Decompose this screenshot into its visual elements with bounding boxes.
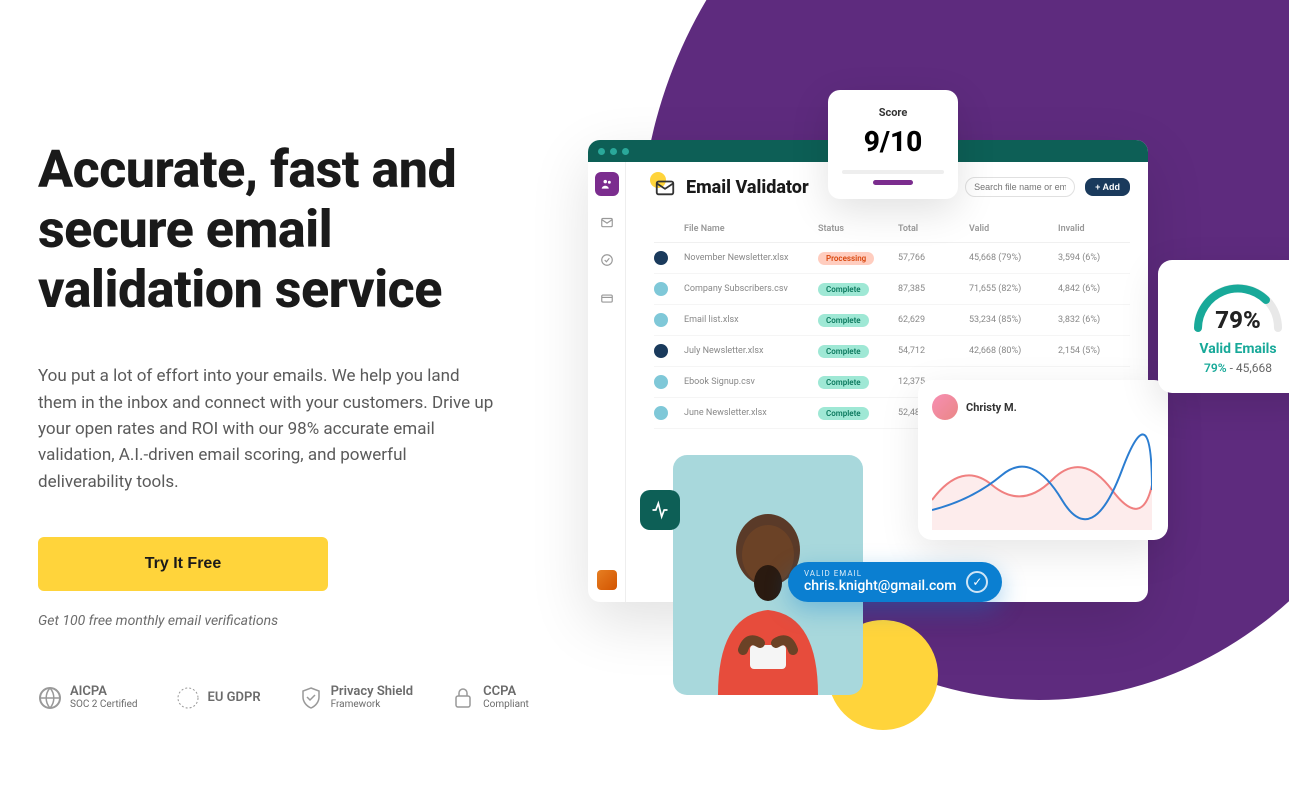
cell-filename: June Newsletter.xlsx <box>684 408 810 418</box>
status-dot-icon <box>654 375 668 389</box>
traffic-light-icon <box>598 148 605 155</box>
page-headline: Accurate, fast and secure email validati… <box>38 140 548 319</box>
shield-check-icon <box>299 686 323 710</box>
lock-icon <box>451 686 475 710</box>
badge-aicpa: AICPA SOC 2 Certified <box>38 685 138 710</box>
badge-privacy-sub: Framework <box>331 699 414 710</box>
cell-total: 57,766 <box>898 253 961 263</box>
badge-ccpa-sub: Compliant <box>483 699 529 710</box>
status-badge: Complete <box>818 283 869 296</box>
col-total: Total <box>898 224 961 234</box>
badge-gdpr-text: EU GDPR <box>208 690 261 705</box>
status-badge: Complete <box>818 407 869 420</box>
user-name: Christy M. <box>966 401 1017 414</box>
col-file: File Name <box>684 224 810 234</box>
col-status: Status <box>818 224 890 234</box>
badge-privacy-title: Privacy Shield <box>331 684 414 699</box>
status-badge: Complete <box>818 376 869 389</box>
table-row[interactable]: July Newsletter.xlsx Complete 54,712 42,668… <box>654 336 1130 367</box>
gauge-percent: 79% <box>1188 306 1288 334</box>
badge-privacy-shield: Privacy Shield Framework <box>299 685 414 710</box>
check-circle-icon: ✓ <box>966 571 988 593</box>
sidebar-item-inbox[interactable] <box>595 210 619 234</box>
score-label: Score <box>842 106 944 119</box>
panel-title: Email Validator <box>686 177 809 198</box>
valid-pill-label: VALID EMAIL <box>804 570 956 579</box>
badge-aicpa-sub: SOC 2 Certified <box>70 699 138 710</box>
add-button[interactable]: + Add <box>1085 178 1130 196</box>
sidebar-item-billing[interactable] <box>595 286 619 310</box>
cell-filename: Ebook Signup.csv <box>684 377 810 387</box>
score-value: 9/10 <box>842 125 944 158</box>
table-row[interactable]: Email list.xlsx Complete 62,629 53,234 (85%… <box>654 305 1130 336</box>
try-free-button[interactable]: Try It Free <box>38 537 328 591</box>
sidebar-item-check[interactable] <box>595 248 619 272</box>
cta-note: Get 100 free monthly email verifications <box>38 613 548 629</box>
eu-stars-icon <box>176 686 200 710</box>
valid-emails-card: 79% Valid Emails 79% - 45,668 <box>1158 260 1289 393</box>
cell-total: 87,385 <box>898 284 961 294</box>
cell-valid: 71,655 (82%) <box>969 284 1050 294</box>
gauge-icon: 79% <box>1188 278 1288 333</box>
progress-indicator <box>873 180 913 185</box>
page-subhead: You put a lot of effort into your emails… <box>38 363 498 495</box>
cell-invalid: 2,154 (5%) <box>1058 346 1130 356</box>
progress-bar <box>842 170 944 174</box>
valid-email-pill: VALID EMAIL chris.knight@gmail.com ✓ <box>788 562 1002 602</box>
traffic-light-icon <box>610 148 617 155</box>
col-invalid: Invalid <box>1058 224 1130 234</box>
avatar <box>932 394 958 420</box>
valid-emails-title: Valid Emails <box>1172 341 1289 357</box>
sidebar-avatar[interactable] <box>597 570 617 590</box>
cell-invalid: 4,842 (6%) <box>1058 284 1130 294</box>
cell-invalid: 3,594 (6%) <box>1058 253 1130 263</box>
status-dot-icon <box>654 251 668 265</box>
status-dot-icon <box>654 406 668 420</box>
wave-chart-icon <box>932 430 1152 530</box>
trust-badges: AICPA SOC 2 Certified EU GDPR Privacy Sh… <box>38 685 548 710</box>
valid-pill-email: chris.knight@gmail.com <box>804 579 956 594</box>
status-dot-icon <box>654 313 668 327</box>
status-badge: Complete <box>818 314 869 327</box>
pulse-icon <box>640 490 680 530</box>
score-card: Score 9/10 <box>828 90 958 199</box>
badge-gdpr: EU GDPR <box>176 686 261 710</box>
cell-valid: 53,234 (85%) <box>969 315 1050 325</box>
status-dot-icon <box>654 282 668 296</box>
cell-valid: 42,668 (80%) <box>969 346 1050 356</box>
cell-filename: November Newsletter.xlsx <box>684 253 810 263</box>
cell-invalid: 3,832 (6%) <box>1058 315 1130 325</box>
cell-total: 54,712 <box>898 346 961 356</box>
badge-ccpa-title: CCPA <box>483 684 516 699</box>
valid-emails-detail: 79% - 45,668 <box>1172 361 1289 375</box>
table-row[interactable]: November Newsletter.xlsx Processing 57,766… <box>654 243 1130 274</box>
globe-icon <box>38 686 62 710</box>
traffic-light-icon <box>622 148 629 155</box>
cell-filename: Email list.xlsx <box>684 315 810 325</box>
search-input[interactable] <box>965 177 1075 197</box>
cell-total: 62,629 <box>898 315 961 325</box>
col-valid: Valid <box>969 224 1050 234</box>
cell-filename: Company Subscribers.csv <box>684 284 810 294</box>
status-dot-icon <box>654 344 668 358</box>
app-sidebar <box>588 162 626 602</box>
status-badge: Complete <box>818 345 869 358</box>
sidebar-item-people[interactable] <box>595 172 619 196</box>
badge-ccpa: CCPA Compliant <box>451 685 529 710</box>
mail-icon <box>654 176 676 198</box>
activity-card: Christy M. <box>918 380 1168 540</box>
status-badge: Processing <box>818 252 874 265</box>
badge-aicpa-title: AICPA <box>70 684 107 699</box>
cell-filename: July Newsletter.xlsx <box>684 346 810 356</box>
cell-valid: 45,668 (79%) <box>969 253 1050 263</box>
table-row[interactable]: Company Subscribers.csv Complete 87,385 71,… <box>654 274 1130 305</box>
